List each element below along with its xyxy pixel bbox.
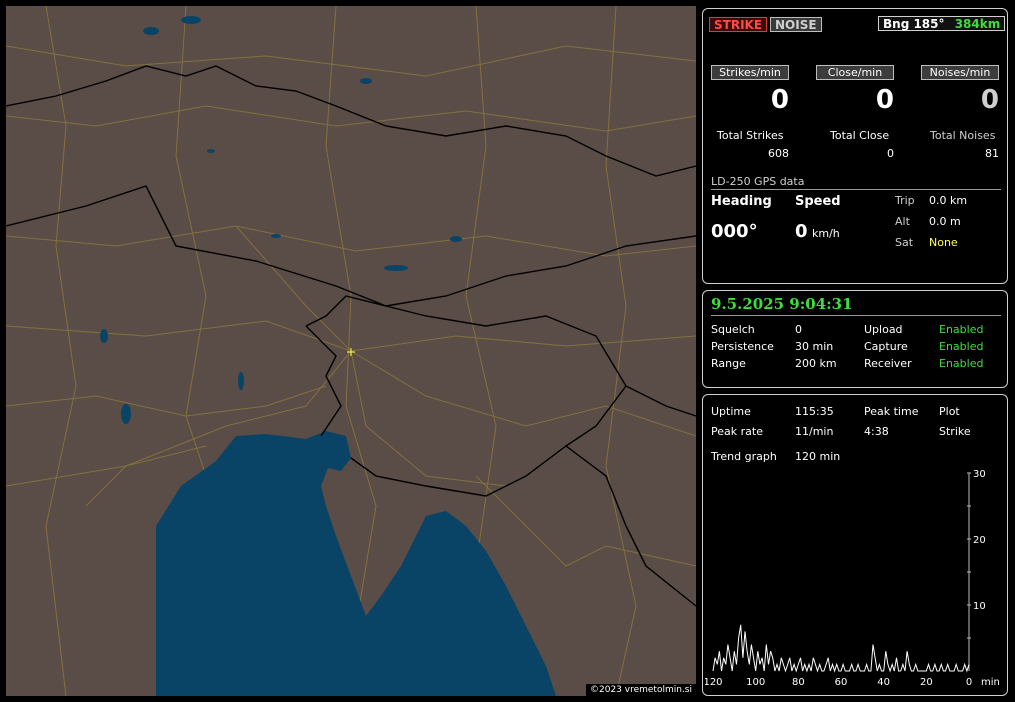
receiver-label: Receiver	[864, 357, 912, 370]
uptime-value: 115:35	[795, 405, 834, 418]
noises-per-min-button[interactable]: Noises/min	[921, 65, 999, 80]
x-tick-label: 100	[746, 677, 765, 688]
y-tick-label: 30	[973, 469, 986, 480]
y-tick-label: 10	[973, 601, 986, 612]
persistence-value: 30 min	[795, 340, 834, 353]
map-canvas	[6, 6, 696, 696]
x-tick-label: 80	[792, 677, 805, 688]
x-axis-unit: min	[981, 677, 1000, 688]
speed-value: 0	[795, 221, 808, 242]
adriatic-sea	[156, 431, 556, 696]
datetime-display: 9.5.2025 9:04:31	[711, 295, 853, 313]
total-noises-label: Total Noises	[930, 129, 996, 142]
range-label: Range	[711, 357, 746, 370]
squelch-label: Squelch	[711, 323, 755, 336]
persistence-label: Persistence	[711, 340, 774, 353]
trend-chart: 10 20 30 120 100 80 60 40 20 0 min	[705, 469, 1000, 688]
speed-unit: km/h	[812, 227, 840, 240]
bearing-range: 384km	[954, 17, 1001, 31]
total-close-label: Total Close	[830, 129, 890, 142]
x-tick-label: 40	[877, 677, 890, 688]
lakes	[100, 16, 462, 424]
peak-rate-label: Peak rate	[711, 425, 763, 438]
close-per-min-button[interactable]: Close/min	[816, 65, 894, 80]
stats-panel: Uptime 115:35 Peak time Plot Peak rate 1…	[702, 394, 1008, 696]
total-strikes-value: 608	[768, 147, 789, 160]
trend-graph-label: Trend graph	[711, 450, 777, 463]
lightning-map[interactable]: ©2023 vremetolmin.si	[6, 6, 696, 696]
heading-label: Heading	[711, 194, 772, 209]
x-tick-label: 20	[920, 677, 933, 688]
sat-label: Sat	[895, 236, 914, 249]
strikes-per-min-button[interactable]: Strikes/min	[711, 65, 789, 80]
upload-label: Upload	[864, 323, 903, 336]
bearing-display: Bng 185° 384km	[878, 16, 1006, 31]
range-value: 200 km	[795, 357, 837, 370]
trip-label: Trip	[895, 194, 915, 207]
peak-rate-value: 11/min	[795, 425, 834, 438]
speed-label: Speed	[795, 194, 841, 209]
alt-value: 0.0 m	[929, 215, 961, 228]
noises-per-min-value: 0	[980, 85, 999, 115]
strikes-per-min-value: 0	[770, 85, 789, 115]
total-noises-value: 81	[985, 147, 999, 160]
capture-label: Capture	[864, 340, 908, 353]
squelch-value: 0	[795, 323, 802, 336]
y-tick-label: 20	[973, 535, 986, 546]
bearing-label: Bng 185°	[883, 17, 945, 31]
gps-divider	[711, 189, 1001, 190]
receiver-value: Enabled	[939, 357, 984, 370]
total-strikes-label: Total Strikes	[717, 129, 784, 142]
sat-value: None	[929, 236, 958, 249]
upload-value: Enabled	[939, 323, 984, 336]
plot-value[interactable]: Strike	[939, 425, 971, 438]
uptime-label: Uptime	[711, 405, 751, 418]
heading-value: 000°	[711, 221, 758, 242]
alt-label: Alt	[895, 215, 910, 228]
copyright-notice: ©2023 vremetolmin.si	[586, 684, 696, 696]
strike-indicator: STRIKE	[709, 17, 768, 32]
peak-time-value: 4:38	[864, 425, 889, 438]
trip-value: 0.0 km	[929, 194, 968, 207]
noise-indicator: NOISE	[770, 17, 822, 32]
settings-panel: 9.5.2025 9:04:31 Squelch 0 Persistence 3…	[702, 290, 1008, 388]
close-per-min-value: 0	[875, 85, 894, 115]
gps-title: LD-250 GPS data	[711, 175, 805, 188]
plot-label: Plot	[939, 405, 960, 418]
x-tick-label: 120	[705, 677, 723, 688]
peak-time-label: Peak time	[864, 405, 919, 418]
country-borders	[6, 65, 696, 607]
settings-divider	[711, 315, 1001, 316]
status-panel: STRIKE NOISE Bng 185° 384km Strikes/min …	[702, 8, 1008, 284]
capture-value: Enabled	[939, 340, 984, 353]
x-tick-label: 60	[835, 677, 848, 688]
trend-series-line	[712, 624, 970, 673]
total-close-value: 0	[887, 147, 894, 160]
trend-graph-value: 120 min	[795, 450, 841, 463]
x-tick-label: 0	[966, 677, 972, 688]
